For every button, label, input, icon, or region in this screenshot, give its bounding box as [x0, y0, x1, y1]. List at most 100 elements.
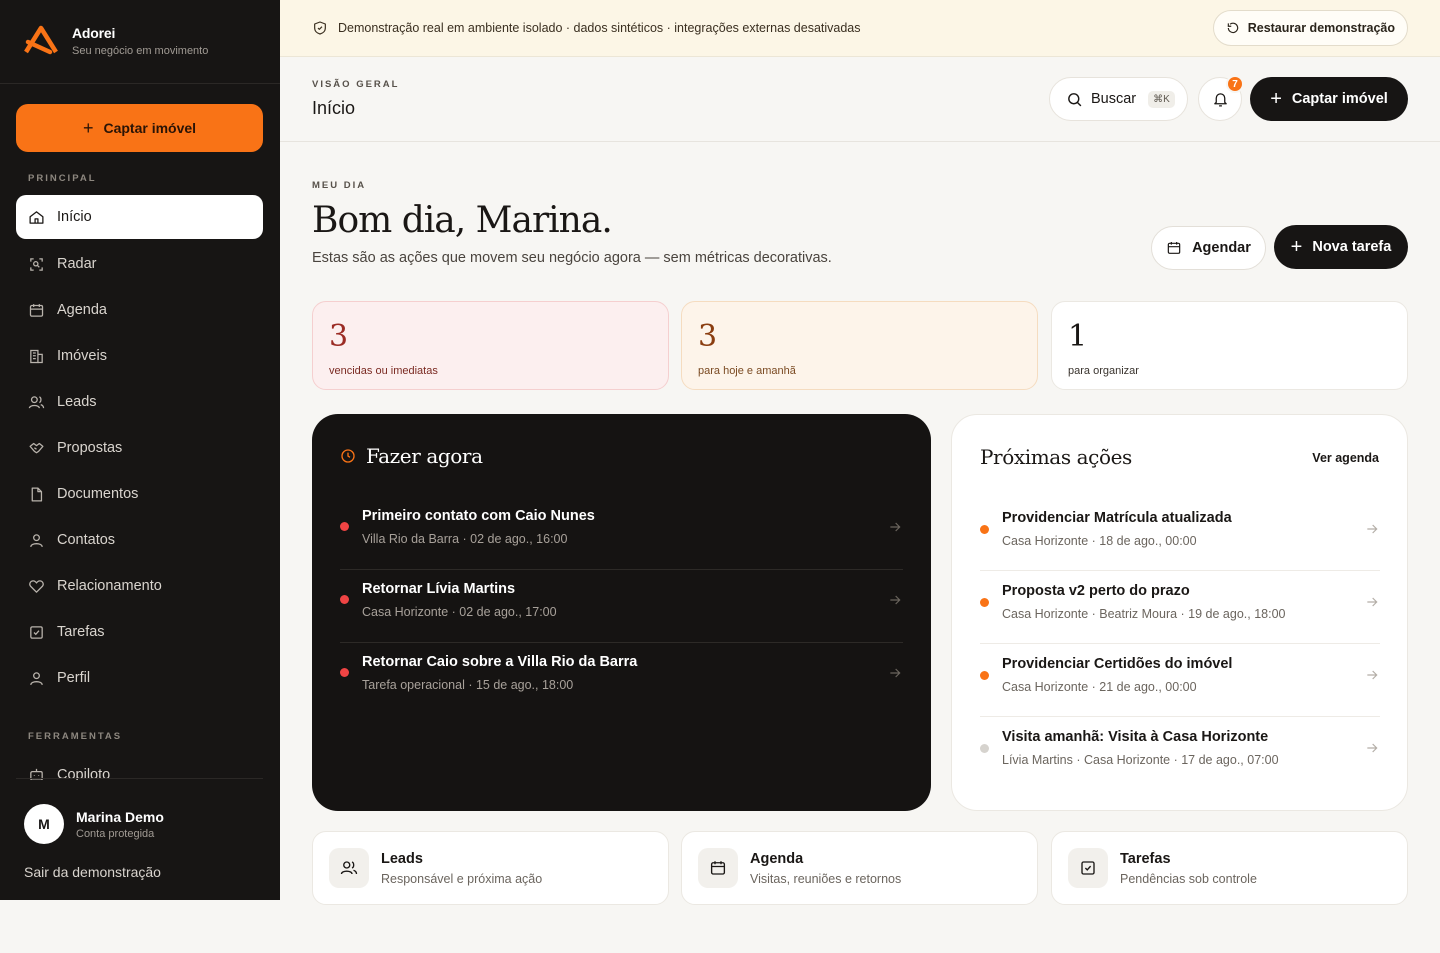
stat-value: 3 [698, 319, 718, 354]
divider [16, 778, 263, 779]
status-dot [980, 671, 989, 680]
list-item[interactable]: Retornar Lívia Martins Casa Horizonte · … [340, 570, 903, 643]
greeting-subtitle: Estas são as ações que movem seu negócio… [312, 250, 832, 266]
sidebar-item-label: Perfil [57, 670, 91, 686]
list-item[interactable]: Providenciar Matrícula atualizada Casa H… [980, 498, 1380, 571]
sidebar-item-label: Propostas [57, 440, 123, 456]
shortcut-title: Tarefas [1120, 851, 1171, 867]
home-icon [29, 210, 44, 224]
stat-label: para hoje e amanhã [698, 365, 796, 377]
sidebar-item-propostas[interactable]: Propostas [16, 425, 263, 471]
stats-row: 3 vencidas ou imediatas 3 para hoje e am… [312, 301, 1408, 390]
section-label-principal: PRINCIPAL [28, 173, 97, 184]
shortcut-subtitle: Pendências sob controle [1120, 872, 1257, 886]
new-task-button[interactable]: + Nova tarefa [1274, 225, 1408, 269]
do-now-heading: Fazer agora [340, 444, 483, 468]
item-meta: Tarefa operacional · 15 de ago., 18:00 [362, 678, 574, 692]
urgent-dot [340, 595, 349, 604]
do-now-list: Primeiro contato com Caio Nunes Villa Ri… [340, 497, 903, 716]
item-title: Visita amanhã: Visita à Casa Horizonte [1002, 729, 1269, 745]
brand-tagline: Seu negócio em movimento [72, 45, 209, 57]
notifications-button[interactable]: 7 [1198, 75, 1244, 121]
sidebar-item-radar[interactable]: Radar [16, 241, 263, 287]
user-icon [30, 533, 43, 547]
sidebar-item-leads[interactable]: Leads [16, 379, 263, 425]
item-title: Retornar Lívia Martins [362, 581, 516, 597]
sidebar-item-contatos[interactable]: Contatos [16, 517, 263, 563]
list-item[interactable]: Visita amanhã: Visita à Casa Horizonte L… [980, 717, 1380, 790]
arrow-right-icon [1367, 743, 1378, 753]
user-profile[interactable]: M Marina Demo Conta protegida [24, 804, 164, 844]
sidebar-item-label: Agenda [57, 302, 107, 318]
user-name: Marina Demo [76, 808, 164, 825]
arrow-right-icon [1367, 524, 1378, 534]
users-icon [28, 395, 45, 408]
page-header: VISÃO GERAL Início Buscar ⌘K 7 + Captar … [280, 57, 1440, 142]
new-task-label: Nova tarefa [1312, 239, 1392, 255]
shortcuts-row: Leads Responsável e próxima ação Agenda … [312, 831, 1408, 905]
capture-property-button[interactable]: + Captar imóvel [1250, 77, 1408, 121]
search-shortcut: ⌘K [1148, 90, 1175, 108]
section-eyebrow: MEU DIA [312, 180, 367, 191]
list-item[interactable]: Retornar Caio sobre a Villa Rio da Barra… [340, 643, 903, 716]
restore-demo-button[interactable]: Restaurar demonstração [1212, 10, 1408, 46]
stat-card-overdue[interactable]: 3 vencidas ou imediatas [312, 301, 669, 390]
shortcut-leads[interactable]: Leads Responsável e próxima ação [312, 831, 669, 905]
logout-link[interactable]: Sair da demonstração [24, 864, 161, 880]
arrow-right-icon [890, 522, 901, 532]
next-actions-card: Próximas ações Ver agenda Providenciar M… [951, 414, 1408, 811]
shortcut-subtitle: Visitas, reuniões e retornos [750, 872, 902, 886]
do-now-title: Fazer agora [366, 444, 483, 468]
urgent-dot [340, 522, 349, 531]
shortcut-icon-box [698, 848, 738, 888]
sidebar-item-label: Documentos [57, 486, 139, 502]
item-meta: Lívia Martins · Casa Horizonte · 17 de a… [1002, 753, 1279, 767]
shortcut-title: Leads [381, 851, 423, 867]
restore-icon [1227, 22, 1238, 34]
stat-card-today[interactable]: 3 para hoje e amanhã [681, 301, 1038, 390]
page-eyebrow: VISÃO GERAL [312, 79, 400, 90]
sidebar-item-label: Contatos [57, 532, 116, 548]
list-item[interactable]: Providenciar Certidões do imóvel Casa Ho… [980, 644, 1380, 717]
clock-icon [341, 449, 355, 463]
calendar-icon [29, 303, 44, 317]
sidebar-item-label: Início [57, 209, 92, 225]
sidebar-nav: Início Radar Agenda Imóveis Leads Propos… [16, 195, 263, 701]
search-button[interactable]: Buscar ⌘K [1049, 77, 1188, 121]
next-actions-title: Próximas ações [980, 445, 1132, 469]
item-title: Primeiro contato com Caio Nunes [362, 508, 595, 524]
sidebar-item-relacionamento[interactable]: Relacionamento [16, 563, 263, 609]
list-item[interactable]: Primeiro contato com Caio Nunes Villa Ri… [340, 497, 903, 570]
users-icon [340, 861, 358, 875]
schedule-button[interactable]: Agendar [1151, 226, 1266, 270]
sidebar-item-documentos[interactable]: Documentos [16, 471, 263, 517]
sidebar-item-label: Leads [57, 394, 97, 410]
sidebar-item-perfil[interactable]: Perfil [16, 655, 263, 701]
plus-icon: + [82, 118, 94, 138]
sidebar-item-tarefas[interactable]: Tarefas [16, 609, 263, 655]
list-item[interactable]: Proposta v2 perto do prazo Casa Horizont… [980, 571, 1380, 644]
item-meta: Villa Rio da Barra · 02 de ago., 16:00 [362, 532, 568, 546]
brand[interactable]: Adorei Seu negócio em movimento [24, 24, 208, 58]
shortcut-agenda[interactable]: Agenda Visitas, reuniões e retornos [681, 831, 1038, 905]
arrow-right-icon [890, 668, 901, 678]
stat-card-organize[interactable]: 1 para organizar [1051, 301, 1408, 390]
shield-icon [314, 21, 326, 35]
greeting-heading: Bom dia, Marina. [312, 200, 613, 241]
view-agenda-link[interactable]: Ver agenda [1312, 451, 1379, 465]
stat-label: vencidas ou imediatas [329, 365, 438, 377]
item-title: Proposta v2 perto do prazo [1002, 583, 1190, 599]
plus-icon: + [1290, 236, 1303, 258]
urgent-dot [340, 668, 349, 677]
plus-icon: + [1270, 88, 1282, 110]
sidebar-item-imoveis[interactable]: Imóveis [16, 333, 263, 379]
sidebar-item-agenda[interactable]: Agenda [16, 287, 263, 333]
shortcut-tarefas[interactable]: Tarefas Pendências sob controle [1051, 831, 1408, 905]
shortcut-icon-box [329, 848, 369, 888]
page-title: Início [312, 98, 356, 118]
arrow-right-icon [1367, 597, 1378, 607]
sidebar-item-inicio[interactable]: Início [16, 195, 263, 239]
shortcut-icon-box [1068, 848, 1108, 888]
sidebar-capture-button[interactable]: + Captar imóvel [16, 104, 263, 152]
sidebar-item-label: Imóveis [57, 348, 107, 364]
